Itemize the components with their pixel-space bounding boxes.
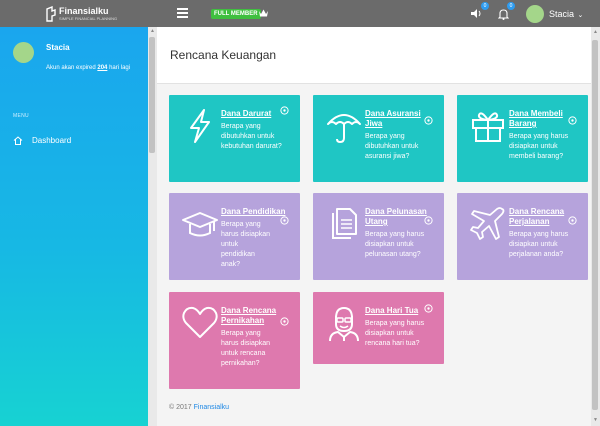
card-dana-pendidikan[interactable]: Dana Pendidikan Berapa yang harus disiap… [169,193,300,280]
target-icon [424,116,433,125]
crown-icon [259,9,268,17]
target-icon [424,304,433,313]
bell-icon[interactable] [498,8,509,20]
sidebar-item-label: Dashboard [32,136,72,145]
page-header: Rencana Keuangan [157,27,600,84]
card-dana-rencana-pernikahan[interactable]: Dana Rencana Pernikahan Berapa yang haru… [169,292,300,389]
sidebar-section-label: MENU [13,113,29,119]
footer-brand-link[interactable]: Finansialku [194,404,229,411]
username-label: Stacia [549,9,575,19]
card-title: Dana Pendidikan [221,207,286,216]
lightning-icon [190,109,210,143]
sidebar-scrollbar[interactable]: ▲ [148,27,157,426]
speaker-icon[interactable] [470,8,482,19]
card-title: Dana Membeli Barang [509,109,563,128]
graduation-cap-icon [182,212,218,237]
card-title: Dana Rencana Pernikahan [221,306,277,325]
card-description: Berapa yang harus disiapkan untuk membel… [509,133,569,160]
top-navbar: Finansialku SIMPLE FINANCIAL PLANNING FUL… [0,0,600,27]
finansialku-logo-icon [46,5,56,22]
gift-icon [472,112,504,142]
card-title: Dana Rencana Perjalanan [509,207,565,226]
sidebar [0,27,157,426]
user-avatar[interactable] [526,5,544,23]
card-description: Berapa yang harus disiapkan untuk pendid… [221,221,271,268]
card-title: Dana Darurat [221,109,272,118]
card-dana-membeli-barang[interactable]: Dana Membeli Barang Berapa yang harus di… [457,95,588,182]
speaker-count-badge: 0 [481,2,489,10]
chevron-down-icon: ⌄ [577,12,584,19]
target-icon [568,216,577,225]
footer-copyright: © 2017 [169,404,192,411]
brand-logo[interactable]: Finansialku SIMPLE FINANCIAL PLANNING [46,5,117,22]
expiry-days: 204 [97,65,108,71]
target-icon [280,317,289,326]
card-dana-hari-tua[interactable]: Dana Hari Tua Berapa yang harus disiapka… [313,292,444,364]
page-title: Rencana Keuangan [170,48,277,62]
footer: © 2017 Finansialku [169,404,229,411]
user-menu-toggle[interactable]: Stacia ⌄ [549,9,583,21]
card-title: Dana Asuransi Jiwa [365,109,421,128]
sidebar-avatar [13,42,34,63]
sidebar-item-dashboard[interactable]: Dashboard [13,136,71,145]
card-description: Berapa yang dibutuhkan untuk asuransi ji… [365,133,419,160]
card-description: Berapa yang harus disiapkan untuk peluna… [365,231,425,258]
card-title: Dana Pelunasan Utang [365,207,427,226]
account-expiry-text: Akun akan expired 204 hari lagi [46,65,131,71]
card-description: Berapa yang harus disiapkan untuk rencan… [221,330,271,367]
membership-badge: FULL MEMBER [211,9,261,19]
sidebar-username: Stacia [46,43,70,52]
card-title: Dana Hari Tua [365,306,419,315]
card-dana-rencana-perjalanan[interactable]: Dana Rencana Perjalanan Berapa yang haru… [457,193,588,280]
main-scrollbar[interactable]: ▲ ▼ [591,27,600,426]
brand-tagline: SIMPLE FINANCIAL PLANNING [59,15,118,21]
target-icon [280,216,289,225]
umbrella-icon [327,114,361,144]
airplane-icon [470,207,505,240]
documents-icon [332,208,357,239]
target-icon [424,216,433,225]
card-dana-pelunasan-utang[interactable]: Dana Pelunasan Utang Berapa yang harus d… [313,193,444,280]
heart-icon [182,306,218,338]
old-man-icon [329,306,359,342]
home-icon [13,136,23,145]
card-dana-darurat[interactable]: Dana Darurat Berapa yang dibutuhkan untu… [169,95,300,182]
target-icon [568,116,577,125]
card-description: Berapa yang harus disiapkan untuk rencan… [365,320,425,347]
card-dana-asuransi-jiwa[interactable]: Dana Asuransi Jiwa Berapa yang dibutuhka… [313,95,444,182]
target-icon [280,106,289,115]
notification-count-badge: 0 [507,2,515,10]
menu-toggle-button[interactable] [177,8,188,18]
card-description: Berapa yang dibutuhkan untuk kebutuhan d… [221,123,282,150]
brand-name: Finansialku [59,5,109,16]
card-description: Berapa yang harus disiapkan untuk perjal… [509,231,569,258]
